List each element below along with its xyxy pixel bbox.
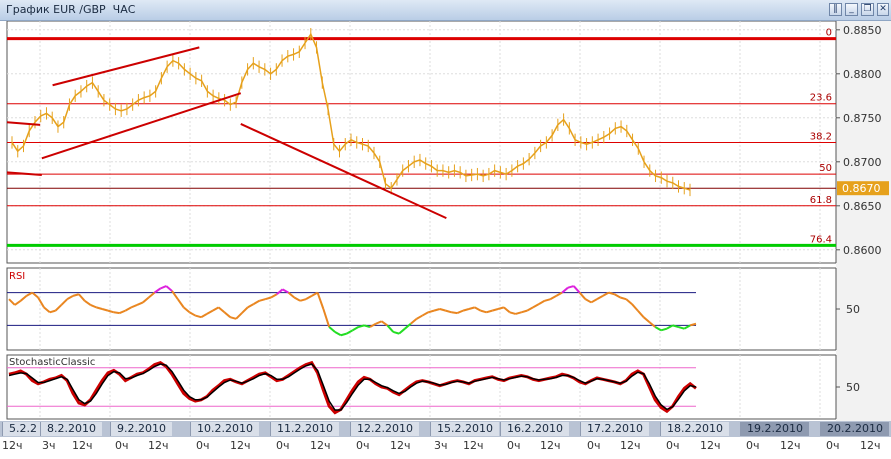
timeline-hour: 0ч <box>826 439 840 452</box>
y-tick-label: 0.8800 <box>843 68 882 81</box>
timeline-hour: 12ч <box>148 439 169 452</box>
rsi-tick-label: 50 <box>846 303 860 316</box>
pause-button[interactable]: ‖ <box>829 3 842 16</box>
timeline-hour: 0ч <box>115 439 129 452</box>
timeline-hour: 12ч <box>230 439 251 452</box>
timeline-hour: 0ч <box>666 439 680 452</box>
timeline-hour: 0ч <box>276 439 290 452</box>
timeline-hour: 12ч <box>620 439 641 452</box>
close-button[interactable]: ✕ <box>877 3 889 16</box>
timeline-hour: 12ч <box>540 439 561 452</box>
timeline-hour: 12ч <box>860 439 881 452</box>
timeline-date[interactable]: 12.2.2010 <box>350 422 419 436</box>
timeline-date[interactable]: 10.2.2010 <box>190 422 259 436</box>
y-tick-label: 0.8700 <box>843 156 882 169</box>
timeline-hour: 12ч <box>2 439 23 452</box>
timeline-hour: 12ч <box>700 439 721 452</box>
fib-level-label: 76.4 <box>810 234 832 245</box>
fib-level-label: 0 <box>826 28 832 39</box>
timeline-hour: 12ч <box>780 439 801 452</box>
timeline-date[interactable]: 18.2.2010 <box>660 422 729 436</box>
timeline-date[interactable]: 19.2.2010 <box>740 422 809 436</box>
stochastic-title: StochasticClassic <box>9 357 95 368</box>
timeline-date[interactable]: 17.2.2010 <box>580 422 649 436</box>
timeline-date[interactable]: 20.2.2010 <box>820 422 889 436</box>
minimize-button[interactable]: _ <box>845 3 858 16</box>
y-tick-label: 0.8650 <box>843 200 882 213</box>
current-price-label: 0.8670 <box>842 182 881 195</box>
timeline-hour: 0ч <box>196 439 210 452</box>
window-titlebar: График EUR /GBP ЧАС ‖ _ ❐ ✕ <box>0 0 891 21</box>
timeline-hour: 12ч <box>463 439 484 452</box>
timeline-hour: 3ч <box>42 439 56 452</box>
fib-level-label: 23.6 <box>810 93 832 104</box>
price-scale-bg <box>836 21 891 421</box>
timeline-hour: 0ч <box>507 439 521 452</box>
stoch-tick-label: 50 <box>846 381 860 394</box>
fib-level-label: 61.8 <box>810 195 832 206</box>
fib-level-label: 50 <box>819 163 832 174</box>
y-tick-label: 0.8600 <box>843 244 882 257</box>
timeline-date[interactable]: 11.2.2010 <box>270 422 339 436</box>
timeline-hour: 12ч <box>390 439 411 452</box>
y-tick-label: 0.8750 <box>843 112 882 125</box>
timeline-hour: 12ч <box>310 439 331 452</box>
timeline-hour: 0ч <box>587 439 601 452</box>
fib-level-label: 38.2 <box>810 131 832 142</box>
timeline-hour: 3ч <box>434 439 448 452</box>
restore-button[interactable]: ❐ <box>861 3 874 16</box>
rsi-segment <box>451 311 458 315</box>
window-title: График EUR /GBP ЧАС <box>6 3 136 16</box>
timeline-date[interactable]: 15.2.2010 <box>430 422 499 436</box>
stochastic-panel-frame <box>6 354 837 420</box>
timeline-hour: 0ч <box>746 439 760 452</box>
rsi-segment <box>113 311 120 315</box>
rsi-title: RSI <box>9 271 25 282</box>
timeline-date[interactable]: 5.2.2 <box>2 422 43 436</box>
chart-area[interactable]: 0.8850 0.8800 0.8750 0.8700 0.8650 0.8600 0 23.… <box>0 21 891 421</box>
rsi-panel-frame <box>6 267 837 351</box>
timeline-date[interactable]: 16.2.2010 <box>500 422 569 436</box>
timeline-date[interactable]: 8.2.2010 <box>40 422 102 436</box>
timeline-hour: 0ч <box>356 439 370 452</box>
y-tick-label: 0.8850 <box>843 24 882 37</box>
timeline-date[interactable]: 9.2.2010 <box>110 422 172 436</box>
timeline-hour: 12ч <box>72 439 93 452</box>
